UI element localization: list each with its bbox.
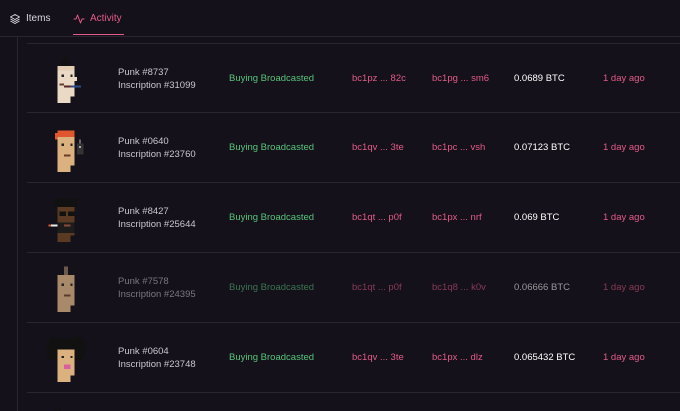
from-address[interactable]: bc1qt ... p0f bbox=[352, 282, 402, 293]
item-name-block: Punk #0640 Inscription #23760 bbox=[118, 135, 196, 161]
to-address[interactable]: bc1pg ... sm6 bbox=[432, 73, 489, 84]
item-name[interactable]: Punk #8737 bbox=[118, 66, 196, 79]
time-ago[interactable]: 1 day ago bbox=[603, 212, 645, 223]
inscription-number: Inscription #25644 bbox=[118, 219, 196, 230]
activity-icon bbox=[73, 14, 85, 23]
time-ago[interactable]: 1 day ago bbox=[603, 282, 645, 293]
punk-avatar bbox=[40, 192, 92, 244]
from-address[interactable]: bc1qv ... 3te bbox=[352, 142, 404, 153]
from-address[interactable]: bc1qv ... 3te bbox=[352, 352, 404, 363]
price: 0.06666 BTC bbox=[514, 282, 570, 293]
inscription-number: Inscription #24395 bbox=[118, 289, 196, 300]
item-name-block: Punk #0604 Inscription #23748 bbox=[118, 345, 196, 371]
item-name-block: Punk #8737 Inscription #31099 bbox=[118, 66, 196, 92]
activity-table: Punk #8737 Inscription #31099 Buying Bro… bbox=[27, 43, 680, 411]
inscription-number: Inscription #23760 bbox=[118, 149, 196, 160]
status-text: Buying Broadcasted bbox=[229, 352, 315, 363]
table-row[interactable]: Punk #7578 Inscription #24395 Buying Bro… bbox=[27, 253, 680, 323]
tab-items-label: Items bbox=[26, 13, 51, 24]
activity-page: Items Activity Punk #8737 Inscription #3… bbox=[0, 0, 680, 411]
item-name[interactable]: Punk #0640 bbox=[118, 135, 196, 148]
layers-icon bbox=[10, 13, 20, 24]
punk-avatar bbox=[40, 262, 92, 314]
price: 0.0689 BTC bbox=[514, 73, 565, 84]
item-name[interactable]: Punk #8427 bbox=[118, 205, 196, 218]
inscription-number: Inscription #23748 bbox=[118, 359, 196, 370]
price: 0.07123 BTC bbox=[514, 142, 570, 153]
price: 0.065432 BTC bbox=[514, 352, 576, 363]
item-name[interactable]: Punk #0604 bbox=[118, 345, 196, 358]
time-ago[interactable]: 1 day ago bbox=[603, 73, 645, 84]
status-text: Buying Broadcasted bbox=[229, 282, 315, 293]
table-row[interactable]: Punk #0640 Inscription #23760 Buying Bro… bbox=[27, 113, 680, 183]
status-text: Buying Broadcasted bbox=[229, 212, 315, 223]
table-row[interactable]: Punk #8737 Inscription #31099 Buying Bro… bbox=[27, 43, 680, 113]
table-row[interactable]: Punk #8427 Inscription #25644 Buying Bro… bbox=[27, 183, 680, 253]
to-address[interactable]: bc1px ... dlz bbox=[432, 352, 483, 363]
left-rail bbox=[17, 37, 18, 411]
tab-items[interactable]: Items bbox=[9, 0, 50, 37]
item-name-block: Punk #7578 Inscription #24395 bbox=[118, 275, 196, 301]
item-name[interactable]: Punk #7578 bbox=[118, 275, 196, 288]
to-address[interactable]: bc1pc ... vsh bbox=[432, 142, 485, 153]
tab-bar: Items Activity bbox=[0, 0, 680, 37]
table-row[interactable]: Punk #0604 Inscription #23748 Buying Bro… bbox=[27, 323, 680, 393]
price: 0.069 BTC bbox=[514, 212, 560, 223]
status-text: Buying Broadcasted bbox=[229, 142, 315, 153]
to-address[interactable]: bc1q8 ... k0v bbox=[432, 282, 486, 293]
from-address[interactable]: bc1pz ... 82c bbox=[352, 73, 406, 84]
inscription-number: Inscription #31099 bbox=[118, 80, 196, 91]
tab-activity-label: Activity bbox=[90, 13, 122, 24]
punk-avatar bbox=[40, 332, 92, 384]
time-ago[interactable]: 1 day ago bbox=[603, 142, 645, 153]
to-address[interactable]: bc1px ... nrf bbox=[432, 212, 482, 223]
from-address[interactable]: bc1qt ... p0f bbox=[352, 212, 402, 223]
punk-avatar bbox=[40, 122, 92, 174]
next-row-avatar-peek bbox=[50, 404, 66, 411]
tab-activity[interactable]: Activity bbox=[73, 0, 124, 37]
punk-avatar bbox=[40, 53, 92, 105]
time-ago[interactable]: 1 day ago bbox=[603, 352, 645, 363]
item-name-block: Punk #8427 Inscription #25644 bbox=[118, 205, 196, 231]
status-text: Buying Broadcasted bbox=[229, 73, 315, 84]
